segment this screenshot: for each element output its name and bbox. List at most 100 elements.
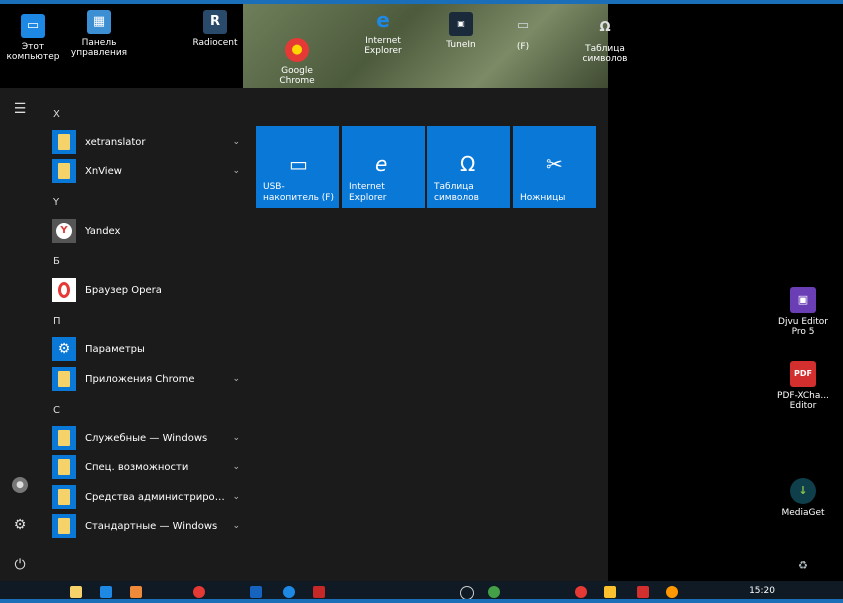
app-label: Yandex [85, 225, 121, 237]
desktop-icon-radiocent[interactable]: R Radiocent [184, 10, 246, 48]
monitor-icon: ▭ [21, 14, 45, 38]
chevron-down-icon: ⌄ [232, 137, 240, 147]
app-standard[interactable]: Стандартные — Windows ⌄ [52, 514, 240, 538]
app-icon[interactable] [488, 586, 500, 598]
chevron-down-icon: ⌄ [232, 492, 240, 502]
app-label: XnView [85, 165, 122, 177]
app-label: xetranslator [85, 136, 146, 148]
tile-internet-explorer[interactable]: e Internet Explorer [342, 126, 425, 208]
app-xetranslator[interactable]: xetranslator ⌄ [52, 130, 240, 154]
folder-icon [52, 426, 76, 450]
settings-icon[interactable]: ⚙ [10, 515, 30, 535]
tray-icon[interactable] [666, 586, 678, 598]
app-accessibility[interactable]: Спец. возможности ⌄ [52, 455, 240, 479]
computer-icon[interactable] [100, 586, 112, 598]
app-yandex[interactable]: Y Yandex [52, 219, 240, 243]
section-letter-x[interactable]: X [53, 109, 60, 120]
section-letter-p[interactable]: П [53, 316, 61, 327]
scissors-icon: ✂ [546, 152, 563, 176]
app-label: Спец. возможности [85, 461, 189, 473]
tile-label: Таблица символов [434, 182, 479, 203]
chevron-down-icon: ⌄ [232, 166, 240, 176]
folder-icon [52, 367, 76, 391]
folder-icon [52, 130, 76, 154]
section-letter-b[interactable]: Б [53, 256, 60, 267]
chevron-down-icon: ⌄ [232, 433, 240, 443]
app-label: Стандартные — Windows [85, 520, 218, 532]
tunein-icon: ▣ [449, 12, 473, 36]
tile-snipping-tool[interactable]: ✂ Ножницы [513, 126, 596, 208]
app-icon[interactable] [604, 586, 616, 598]
desktop-icon-label: Internet Explorer [364, 36, 402, 56]
desktop-icon-label: Google Chrome [279, 66, 315, 86]
desktop-icon-this-pc[interactable]: ▭ Этот компьютер [2, 14, 64, 62]
app-label: Приложения Chrome [85, 373, 195, 385]
start-menu-rail [0, 88, 40, 581]
usb-drive-icon: ▭ [516, 18, 530, 33]
desktop-icon-label: TuneIn [446, 40, 476, 50]
app-settings[interactable]: ⚙ Параметры [52, 337, 240, 361]
desktop-icon-control-panel[interactable]: ▦ Панель управления [68, 10, 130, 58]
desktop-icon-label: Панель управления [70, 38, 128, 58]
folder-icon [52, 514, 76, 538]
app-chrome-apps[interactable]: Приложения Chrome ⌄ [52, 367, 240, 391]
vk-icon[interactable] [283, 586, 295, 598]
desktop-icon-ie[interactable]: e Internet Explorer [352, 8, 414, 56]
archive-icon[interactable] [130, 586, 142, 598]
app-label: Параметры [85, 343, 145, 355]
character-map-icon: Ω [460, 152, 476, 176]
opera-icon [52, 278, 76, 302]
radiocent-icon: R [203, 10, 227, 34]
desktop-icon-pdf-xchange[interactable]: PDF PDF-XCha... Editor [770, 361, 836, 411]
app-icon[interactable] [250, 586, 262, 598]
desktop-icon-mediaget[interactable]: ↓ MediaGet [770, 478, 836, 518]
desktop-icon-recycle-bin[interactable]: ♻ [770, 553, 836, 583]
mediaget-icon: ↓ [790, 478, 816, 504]
desktop-icon-label: PDF-XCha... Editor [777, 391, 829, 411]
folder-icon [52, 159, 76, 183]
file-explorer-icon[interactable] [70, 586, 82, 598]
power-icon[interactable]: ⏻ [10, 555, 30, 575]
app-opera[interactable]: Браузер Opera [52, 278, 240, 302]
pdf-icon[interactable] [637, 586, 649, 598]
tile-character-map[interactable]: Ω Таблица символов [427, 126, 510, 208]
desktop-icon-label: Radiocent [192, 38, 238, 48]
cortana-icon[interactable] [460, 586, 474, 600]
app-admin-tools[interactable]: Средства администрировани... ⌄ [52, 485, 240, 509]
desktop-icon-charmap[interactable]: Ω Таблица символов [574, 16, 636, 64]
recycle-bin-icon: ♻ [798, 559, 808, 572]
desktop-icon-djvu[interactable]: ▣ Djvu Editor Pro 5 [770, 287, 836, 337]
desktop-icon-chrome[interactable]: ● Google Chrome [266, 38, 328, 86]
desktop-icon-tunein[interactable]: ▣ TuneIn [430, 12, 492, 50]
section-letter-y[interactable]: Y [53, 197, 59, 208]
hamburger-icon[interactable]: ☰ [10, 99, 30, 119]
desktop-icon-label: (F) [516, 42, 530, 52]
app-label: Служебные — Windows [85, 432, 208, 444]
chevron-down-icon: ⌄ [232, 462, 240, 472]
desktop-icon-label: Этот компьютер [6, 42, 60, 62]
app-label: Браузер Opera [85, 284, 162, 296]
chrome-icon[interactable] [193, 586, 205, 598]
section-letter-s[interactable]: С [53, 405, 60, 416]
app-label: Средства администрировани... [85, 491, 228, 503]
desktop-icon-label: Таблица символов [582, 44, 628, 64]
tile-label: USB-накопитель (F) [263, 182, 334, 203]
internet-explorer-icon: e [375, 152, 388, 176]
app-icon[interactable] [313, 586, 325, 598]
yandex-icon: Y [52, 219, 76, 243]
pdf-icon: PDF [790, 361, 816, 387]
desktop-icon-label: MediaGet [781, 508, 825, 518]
app-xnview[interactable]: XnView ⌄ [52, 159, 240, 183]
character-map-icon: Ω [599, 20, 611, 35]
taskbar-clock[interactable]: 15:20 [749, 586, 775, 596]
usb-drive-icon: ▭ [289, 152, 308, 176]
yandex-browser-icon[interactable] [575, 586, 587, 598]
chevron-down-icon: ⌄ [232, 374, 240, 384]
app-sys-tools[interactable]: Служебные — Windows ⌄ [52, 426, 240, 450]
user-icon[interactable]: ● [12, 477, 28, 493]
tile-usb-drive[interactable]: ▭ USB-накопитель (F) [256, 126, 339, 208]
chrome-icon: ● [285, 38, 309, 62]
tile-label: Internet Explorer [349, 182, 387, 203]
desktop-icon-label: Djvu Editor Pro 5 [778, 317, 828, 337]
desktop-icon-f-drive[interactable]: ▭ (F) [492, 14, 554, 52]
